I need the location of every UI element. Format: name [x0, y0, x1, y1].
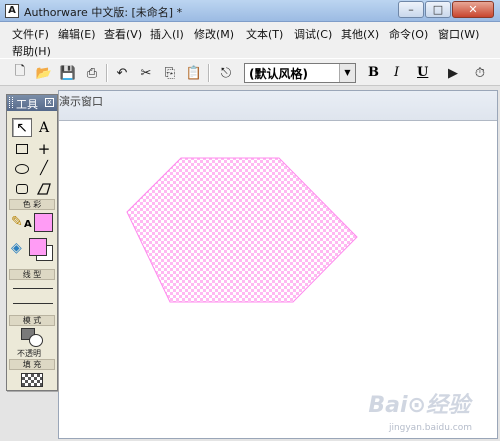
import-icon[interactable]: ⎙	[82, 63, 102, 83]
mode-front-circle	[29, 334, 43, 347]
menu-command[interactable]: 命令(O)	[389, 26, 428, 42]
run-icon[interactable]: ▶	[443, 63, 463, 83]
ellipse-icon	[15, 163, 29, 174]
pointer-icon: ↖	[16, 119, 28, 136]
text-tool[interactable]: A	[34, 118, 54, 137]
menu-edit[interactable]: 编辑(E)	[58, 26, 96, 42]
straight-line-tool[interactable]: +	[34, 139, 54, 158]
authorware-app-icon: A	[5, 4, 19, 18]
presentation-window-titlebar: 演示窗口	[59, 91, 497, 121]
open-file-icon[interactable]: 📂	[34, 63, 54, 83]
minimize-button[interactable]: –	[398, 1, 424, 18]
ellipse-tool[interactable]	[12, 159, 32, 178]
mode-selector[interactable]	[21, 328, 45, 348]
paste-icon[interactable]: 📋	[184, 63, 204, 83]
fill-bucket-icon: ◈	[11, 240, 22, 256]
menu-file[interactable]: 文件(F)	[12, 26, 49, 42]
polygon-icon	[37, 182, 51, 195]
find-icon[interactable]: ⎋	[216, 63, 236, 83]
title-bar: A Authorware 中文版: [未命名] * – □ ✕	[0, 0, 500, 22]
toolbar-separator	[208, 64, 210, 82]
fill-pattern-selector[interactable]	[21, 373, 43, 387]
cut-icon[interactable]: ✂	[136, 63, 156, 83]
mode-section-label: 模 式	[9, 315, 55, 326]
underline-button[interactable]: U	[417, 65, 428, 80]
close-icon[interactable]: x	[45, 98, 54, 107]
toolbar-separator	[106, 64, 108, 82]
undo-icon[interactable]: ↶	[112, 63, 132, 83]
control-panel-icon[interactable]: ⏱	[470, 63, 490, 83]
maximize-button[interactable]: □	[425, 1, 451, 18]
mode-value-label: 不透明	[17, 349, 41, 358]
line-style-thin[interactable]	[13, 288, 53, 289]
menu-other[interactable]: 其他(X)	[341, 26, 379, 42]
tool-palette: 工具 x ↖ A + ╱ 色 彩 ✎ A ◈ 线 型 模 式 不透明 填 充	[6, 94, 58, 391]
fill-section-label: 填 充	[9, 359, 55, 370]
italic-button[interactable]: I	[394, 65, 399, 80]
pen-text-icon: A	[24, 219, 32, 230]
menu-text[interactable]: 文本(T)	[246, 26, 283, 42]
diagonal-line-tool[interactable]: ╱	[34, 159, 54, 178]
toolbar: 🗋 📂 💾 ⎙ ↶ ✂ ⎘ 📋 ⎋ (默认风格) ▼ B I U ▶ ⏱	[0, 58, 500, 86]
line-icon: ╱	[40, 161, 48, 176]
line-color-swatch[interactable]: ✎ A	[11, 213, 55, 235]
menu-bar: 文件(F) 编辑(E) 查看(V) 插入(I) 修改(M) 文本(T) 调试(C…	[0, 22, 500, 58]
close-button[interactable]: ✕	[452, 1, 494, 18]
chevron-down-icon[interactable]: ▼	[339, 64, 355, 82]
tool-palette-titlebar[interactable]: 工具 x	[7, 95, 57, 111]
rounded-rectangle-icon	[16, 183, 28, 194]
rectangle-icon	[16, 143, 28, 154]
menu-modify[interactable]: 修改(M)	[194, 26, 234, 42]
baidu-watermark-url: jingyan.baidu.com	[388, 423, 472, 433]
bold-button[interactable]: B	[368, 65, 379, 80]
rounded-rectangle-tool[interactable]	[12, 179, 32, 198]
copy-icon[interactable]: ⎘	[160, 63, 180, 83]
menu-help[interactable]: 帮助(H)	[12, 43, 51, 59]
line-style-section-label: 线 型	[9, 269, 55, 280]
text-style-dropdown[interactable]: (默认风格) ▼	[244, 63, 356, 83]
hexagon-shape[interactable]	[126, 157, 358, 303]
menu-view[interactable]: 查看(V)	[104, 26, 142, 42]
menu-insert[interactable]: 插入(I)	[150, 26, 184, 42]
fill-color-swatch[interactable]: ◈	[11, 238, 55, 262]
save-all-icon[interactable]: 💾	[58, 63, 78, 83]
crosshair-icon: +	[37, 139, 51, 158]
line-style-medium[interactable]	[13, 303, 53, 304]
baidu-watermark: Bai⊙经验	[368, 393, 470, 418]
text-style-value: (默认风格)	[249, 66, 308, 81]
new-file-icon[interactable]: 🗋	[10, 63, 30, 83]
window-controls: – □ ✕	[397, 1, 494, 18]
polygon-tool[interactable]	[34, 179, 54, 198]
presentation-window-title: 演示窗口	[59, 95, 103, 108]
menu-window[interactable]: 窗口(W)	[438, 26, 479, 42]
tool-palette-title: 工具	[16, 98, 38, 111]
text-tool-icon: A	[38, 119, 50, 136]
menu-debug[interactable]: 调试(C)	[294, 26, 332, 42]
line-color-box	[34, 213, 53, 232]
foreground-color-box	[29, 238, 47, 256]
pencil-icon: ✎	[11, 214, 23, 230]
window-title: Authorware 中文版: [未命名] *	[24, 6, 183, 19]
color-section-label: 色 彩	[9, 199, 55, 210]
pointer-tool[interactable]: ↖	[12, 118, 32, 137]
drag-grip-icon[interactable]	[9, 97, 13, 108]
rectangle-tool[interactable]	[12, 139, 32, 158]
